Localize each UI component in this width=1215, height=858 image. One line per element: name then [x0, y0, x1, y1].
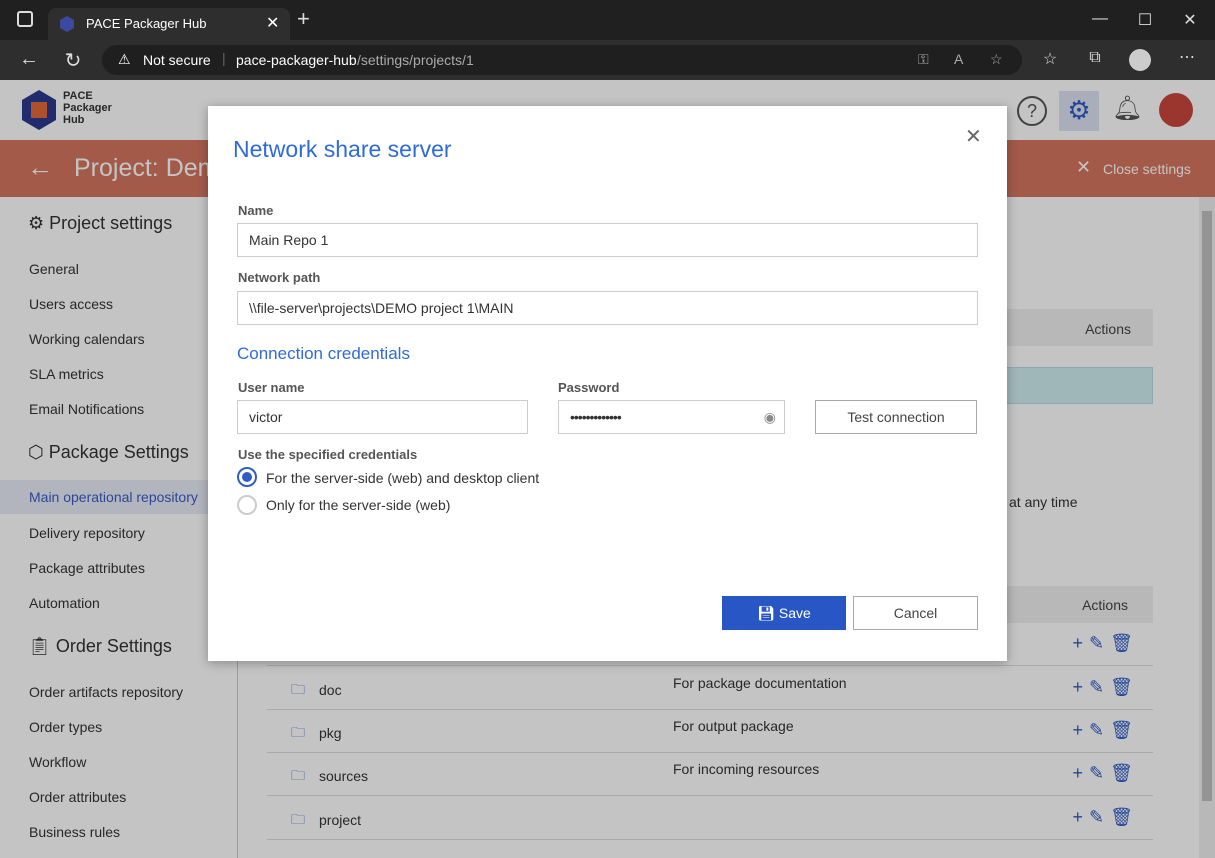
add-favorite-icon[interactable]: ☆: [990, 51, 1003, 68]
read-aloud-icon[interactable]: A: [954, 51, 963, 67]
url-host: pace-packager-hub: [236, 52, 357, 68]
test-connection-button[interactable]: Test connection: [815, 400, 977, 434]
warning-icon: ⚠: [118, 51, 131, 67]
favorites-icon[interactable]: ☆: [1035, 49, 1065, 69]
maximize-icon[interactable]: ☐: [1130, 10, 1160, 30]
tab-title: PACE Packager Hub: [86, 16, 207, 31]
show-password-eye-icon[interactable]: ◉: [764, 401, 776, 433]
dialog-title: Network share server: [233, 136, 452, 162]
close-dialog-icon[interactable]: ✕: [965, 124, 982, 149]
save-button[interactable]: 💾︎ Save: [722, 596, 846, 630]
browser-tab-bar: PACE Packager Hub ✕ + — ☐ ✕: [0, 0, 1215, 40]
app-favicon-icon: [60, 16, 74, 32]
cancel-button[interactable]: Cancel: [853, 596, 978, 630]
back-icon[interactable]: ←: [14, 48, 44, 71]
radio-web-and-desktop-label[interactable]: For the server-side (web) and desktop cl…: [266, 470, 539, 486]
username-input[interactable]: victor: [237, 400, 528, 434]
minimize-icon[interactable]: —: [1085, 10, 1115, 28]
password-input[interactable]: ••••••••••••• ◉: [558, 400, 785, 434]
new-tab-icon[interactable]: +: [297, 6, 310, 32]
url-field[interactable]: ⚠ Not secure | pace-packager-hub /settin…: [102, 45, 1022, 75]
credentials-heading: Connection credentials: [237, 344, 410, 363]
url-path: /settings/projects/1: [357, 52, 474, 68]
refresh-icon[interactable]: ↻: [58, 48, 88, 73]
more-icon[interactable]: ⋯: [1172, 47, 1202, 67]
username-label: User name: [238, 380, 305, 395]
name-label: Name: [238, 203, 274, 218]
network-path-input[interactable]: \\file-server\projects\DEMO project 1\MA…: [237, 291, 978, 325]
collections-icon[interactable]: ⧉: [1080, 49, 1110, 67]
save-disk-icon: 💾︎: [757, 605, 775, 621]
radio-web-only-label[interactable]: Only for the server-side (web): [266, 497, 450, 513]
name-input[interactable]: Main Repo 1: [237, 223, 978, 257]
use-credentials-label: Use the specified credentials: [238, 447, 418, 462]
tab-actions-icon[interactable]: [17, 11, 33, 27]
radio-web-and-desktop[interactable]: [237, 467, 257, 487]
key-icon[interactable]: ⚿: [918, 51, 929, 68]
close-window-icon[interactable]: ✕: [1175, 10, 1205, 30]
browser-tab[interactable]: PACE Packager Hub ✕: [48, 8, 290, 40]
password-label: Password: [558, 380, 620, 395]
security-label[interactable]: Not secure: [143, 52, 211, 68]
radio-web-only[interactable]: [237, 495, 257, 515]
network-path-label: Network path: [238, 270, 321, 285]
close-tab-icon[interactable]: ✕: [266, 13, 279, 33]
network-share-dialog: Network share server ✕ Name Main Repo 1 …: [208, 106, 1007, 661]
profile-icon[interactable]: [1129, 49, 1151, 71]
